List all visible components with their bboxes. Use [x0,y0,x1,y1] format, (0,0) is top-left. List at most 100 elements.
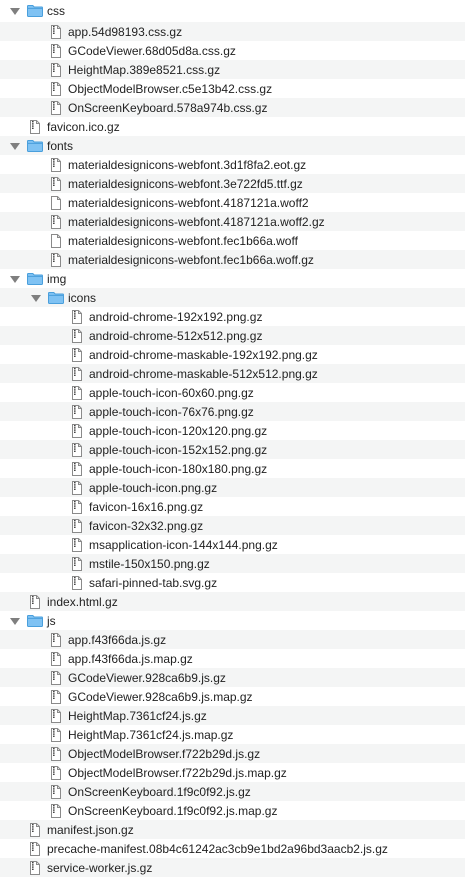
file-row[interactable]: favicon.ico.gz [0,117,465,136]
file-row[interactable]: safari-pinned-tab.svg.gz [0,573,465,592]
file-row[interactable]: mstile-150x150.png.gz [0,554,465,573]
file-name: materialdesignicons-webfont.3e722fd5.ttf… [68,176,303,191]
archive-file-icon [72,575,82,590]
folder-name: icons [68,290,97,305]
file-name: favicon-32x32.png.gz [89,518,204,533]
file-name: HeightMap.7361cf24.js.map.gz [68,727,234,742]
folder-row[interactable]: icons [0,288,465,307]
file-row[interactable]: apple-touch-icon-152x152.png.gz [0,440,465,459]
folder-icon [27,272,43,285]
file-name: HeightMap.7361cf24.js.gz [68,708,207,723]
archive-file-icon [72,423,82,438]
file-name: ObjectModelBrowser.c5e13b42.css.gz [68,81,273,96]
disclosure-expanded-icon[interactable] [10,275,20,283]
file-row[interactable]: materialdesignicons-webfont.4187121a.wof… [0,193,465,212]
file-row[interactable]: android-chrome-maskable-192x192.png.gz [0,345,465,364]
folder-icon [27,5,43,17]
file-row[interactable]: index.html.gz [0,592,465,611]
file-row[interactable]: apple-touch-icon.png.gz [0,478,465,497]
file-name: android-chrome-192x192.png.gz [89,309,263,324]
archive-file-icon [51,157,61,172]
file-row[interactable]: GCodeViewer.928ca6b9.js.map.gz [0,687,465,706]
archive-file-icon [30,822,40,837]
archive-file-icon [30,119,40,134]
file-row[interactable]: android-chrome-maskable-512x512.png.gz [0,364,465,383]
file-name: app.54d98193.css.gz [68,24,183,39]
file-name: ObjectModelBrowser.f722b29d.js.map.gz [68,765,287,780]
file-row[interactable]: app.f43f66da.js.gz [0,630,465,649]
file-row[interactable]: apple-touch-icon-180x180.png.gz [0,459,465,478]
file-row[interactable]: favicon-32x32.png.gz [0,516,465,535]
file-row[interactable]: materialdesignicons-webfont.4187121a.wof… [0,212,465,231]
disclosure-expanded-icon[interactable] [10,142,20,150]
file-name: precache-manifest.08b4c61242ac3cb9e1bd2a… [47,841,388,856]
file-row[interactable]: HeightMap.389e8521.css.gz [0,60,465,79]
file-row[interactable]: apple-touch-icon-60x60.png.gz [0,383,465,402]
folder-icon [48,291,64,304]
file-name: GCodeViewer.68d05d8a.css.gz [68,43,236,58]
file-row[interactable]: ObjectModelBrowser.c5e13b42.css.gz [0,79,465,98]
file-row[interactable]: OnScreenKeyboard.1f9c0f92.js.map.gz [0,801,465,820]
file-row[interactable]: ObjectModelBrowser.f722b29d.js.map.gz [0,763,465,782]
file-row[interactable]: service-worker.js.gz [0,858,465,877]
document-file-icon [51,195,61,210]
folder-icon [27,614,43,627]
file-row[interactable]: android-chrome-192x192.png.gz [0,307,465,326]
file-row[interactable]: apple-touch-icon-76x76.png.gz [0,402,465,421]
file-name: manifest.json.gz [47,822,134,837]
file-name: app.f43f66da.js.gz [68,632,167,647]
disclosure-expanded-icon[interactable] [10,8,20,15]
folder-row[interactable]: js [0,611,465,630]
file-name: materialdesignicons-webfont.4187121a.wof… [68,195,309,210]
disclosure-expanded-icon[interactable] [10,617,20,625]
file-row[interactable]: app.f43f66da.js.map.gz [0,649,465,668]
archive-file-icon [51,632,61,647]
file-name: apple-touch-icon-180x180.png.gz [89,461,268,476]
folder-row[interactable]: fonts [0,136,465,155]
file-name: safari-pinned-tab.svg.gz [89,575,218,590]
file-row[interactable]: ObjectModelBrowser.f722b29d.js.gz [0,744,465,763]
archive-file-icon [51,214,61,229]
file-row[interactable]: OnScreenKeyboard.1f9c0f92.js.gz [0,782,465,801]
file-row[interactable]: materialdesignicons-webfont.3d1f8fa2.eot… [0,155,465,174]
folder-row[interactable]: img [0,269,465,288]
file-name: OnScreenKeyboard.578a974b.css.gz [68,100,268,115]
archive-file-icon [51,43,61,58]
file-row[interactable]: msapplication-icon-144x144.png.gz [0,535,465,554]
file-name: ObjectModelBrowser.f722b29d.js.gz [68,746,261,761]
file-row[interactable]: materialdesignicons-webfont.fec1b66a.wof… [0,231,465,250]
file-name: favicon-16x16.png.gz [89,499,204,514]
file-name: GCodeViewer.928ca6b9.js.gz [68,670,226,685]
file-row[interactable]: favicon-16x16.png.gz [0,497,465,516]
archive-file-icon [72,385,82,400]
file-row[interactable]: app.54d98193.css.gz [0,22,465,41]
folder-name: js [47,613,56,628]
archive-file-icon [51,81,61,96]
file-row[interactable]: GCodeViewer.928ca6b9.js.gz [0,668,465,687]
folder-name: css [47,4,65,18]
archive-file-icon [72,347,82,362]
archive-file-icon [51,176,61,191]
file-row[interactable]: GCodeViewer.68d05d8a.css.gz [0,41,465,60]
archive-file-icon [30,594,40,609]
file-row[interactable]: manifest.json.gz [0,820,465,839]
archive-file-icon [51,803,61,818]
folder-row[interactable]: css [0,0,465,22]
file-row[interactable]: materialdesignicons-webfont.3e722fd5.ttf… [0,174,465,193]
file-row[interactable]: precache-manifest.08b4c61242ac3cb9e1bd2a… [0,839,465,858]
file-name: favicon.ico.gz [47,119,120,134]
file-row[interactable]: apple-touch-icon-120x120.png.gz [0,421,465,440]
file-row[interactable]: HeightMap.7361cf24.js.map.gz [0,725,465,744]
file-name: materialdesignicons-webfont.3d1f8fa2.eot… [68,157,307,172]
file-row[interactable]: android-chrome-512x512.png.gz [0,326,465,345]
file-name: apple-touch-icon-152x152.png.gz [89,442,268,457]
file-row[interactable]: OnScreenKeyboard.578a974b.css.gz [0,98,465,117]
archive-file-icon [30,860,40,875]
disclosure-expanded-icon[interactable] [31,294,41,302]
file-name: service-worker.js.gz [47,860,153,875]
file-row[interactable]: materialdesignicons-webfont.fec1b66a.wof… [0,250,465,269]
file-row[interactable]: HeightMap.7361cf24.js.gz [0,706,465,725]
archive-file-icon [51,670,61,685]
file-name: index.html.gz [47,594,118,609]
archive-file-icon [72,461,82,476]
